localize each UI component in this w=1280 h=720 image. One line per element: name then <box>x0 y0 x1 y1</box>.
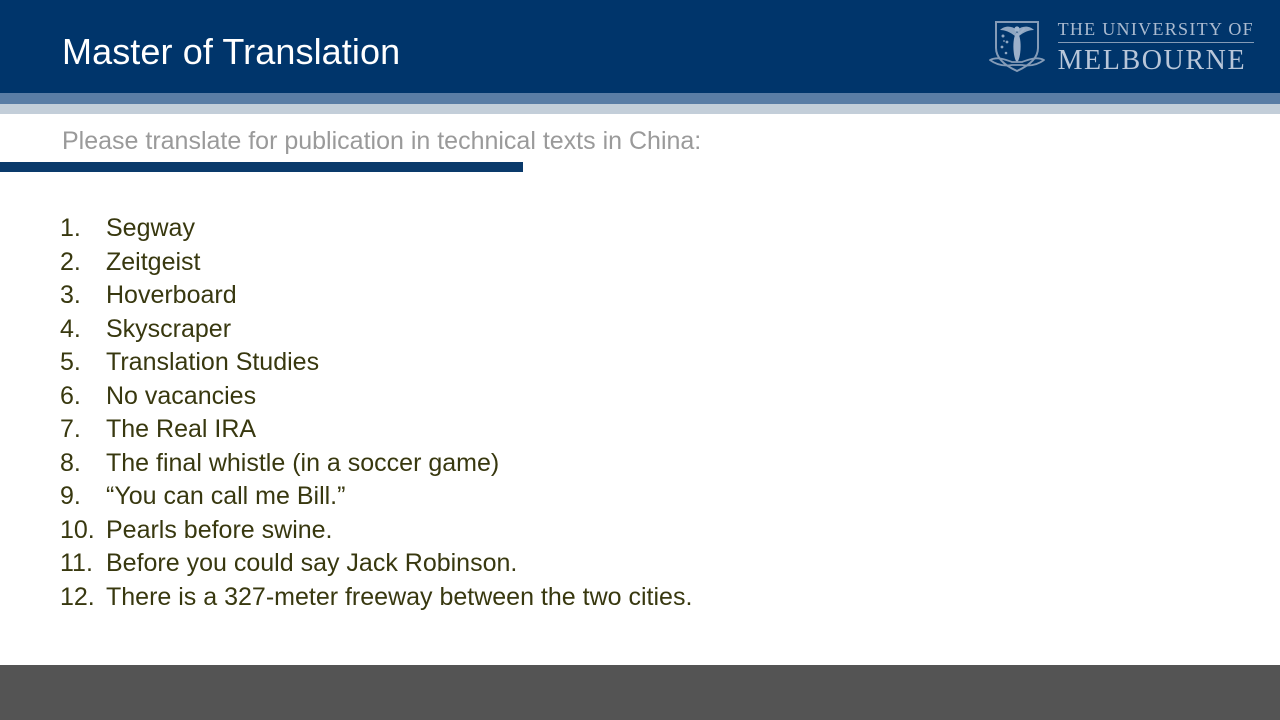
list-item: 2. Zeitgeist <box>60 246 1200 280</box>
list-item-number: 3. <box>60 281 81 309</box>
list-item-text: Skyscraper <box>106 314 232 343</box>
header-accent-bar-light <box>0 104 1280 114</box>
crest-icon <box>988 16 1046 78</box>
list-item: 9. “You can call me Bill.” <box>60 480 1200 514</box>
list-item-number: 12. <box>60 582 95 611</box>
list-item: 12. There is a 327-meter freeway between … <box>60 581 1200 615</box>
logo-line-melbourne: MELBOURNE <box>1057 45 1247 76</box>
list-item-text: Segway <box>106 214 195 242</box>
list-item: 6. No vacancies <box>60 380 1200 414</box>
logo-line-university: THE UNIVERSITY OF <box>1057 19 1254 39</box>
list-item-text: There is a 327-meter freeway between the… <box>106 582 693 611</box>
subtitle-instruction: Please translate for publication in tech… <box>62 127 702 155</box>
list-item: 4. Skyscraper <box>60 313 1200 347</box>
list-item-text: The final whistle (in a soccer game) <box>106 448 500 477</box>
list-item-number: 4. <box>60 314 81 343</box>
page-title: Master of Translation <box>62 31 401 72</box>
list-item-number: 11. <box>60 549 93 577</box>
list-item-number: 6. <box>60 381 81 410</box>
list-item: 5. Translation Studies <box>60 346 1200 380</box>
list-item-text: Zeitgeist <box>106 247 201 276</box>
list-item-text: “You can call me Bill.” <box>106 482 346 510</box>
list-item: 10. Pearls before swine. <box>60 514 1200 548</box>
university-logo: THE UNIVERSITY OF MELBOURNE <box>988 16 1254 78</box>
slide: Master of Translation THE UNIVERSITY OF … <box>0 0 1280 720</box>
translation-task-list: 1. Segway 2. Zeitgeist 3. Hoverboard 4. Skyscra… <box>60 212 1200 614</box>
list-item: 7. The Real IRA <box>60 413 1200 447</box>
list-item-number: 5. <box>60 348 81 376</box>
logo-divider <box>1057 42 1254 43</box>
list-item-text: Translation Studies <box>106 348 320 376</box>
list-item: 8. The final whistle (in a soccer game) <box>60 447 1200 481</box>
list-item-text: No vacancies <box>106 381 257 410</box>
subtitle-underline-bar <box>0 162 523 172</box>
footer-band <box>0 665 1280 720</box>
list-item: 3. Hoverboard <box>60 279 1200 313</box>
logo-wordmark: THE UNIVERSITY OF MELBOURNE <box>1057 18 1254 76</box>
list-item-text: The Real IRA <box>106 415 257 443</box>
list-item-number: 1. <box>60 214 81 242</box>
list-item-number: 8. <box>60 448 81 477</box>
list-item-number: 2. <box>60 247 81 276</box>
list-item: 1. Segway <box>60 212 1200 246</box>
list-item-number: 7. <box>60 415 81 443</box>
list-item-text: Before you could say Jack Robinson. <box>106 549 518 577</box>
header-accent-bar-mid <box>0 93 1280 104</box>
list-item-text: Hoverboard <box>106 281 237 309</box>
list-item-number: 9. <box>60 482 81 510</box>
list-item-number: 10. <box>60 515 95 544</box>
list-item-text: Pearls before swine. <box>106 515 333 544</box>
list-item: 11. Before you could say Jack Robinson. <box>60 547 1200 581</box>
